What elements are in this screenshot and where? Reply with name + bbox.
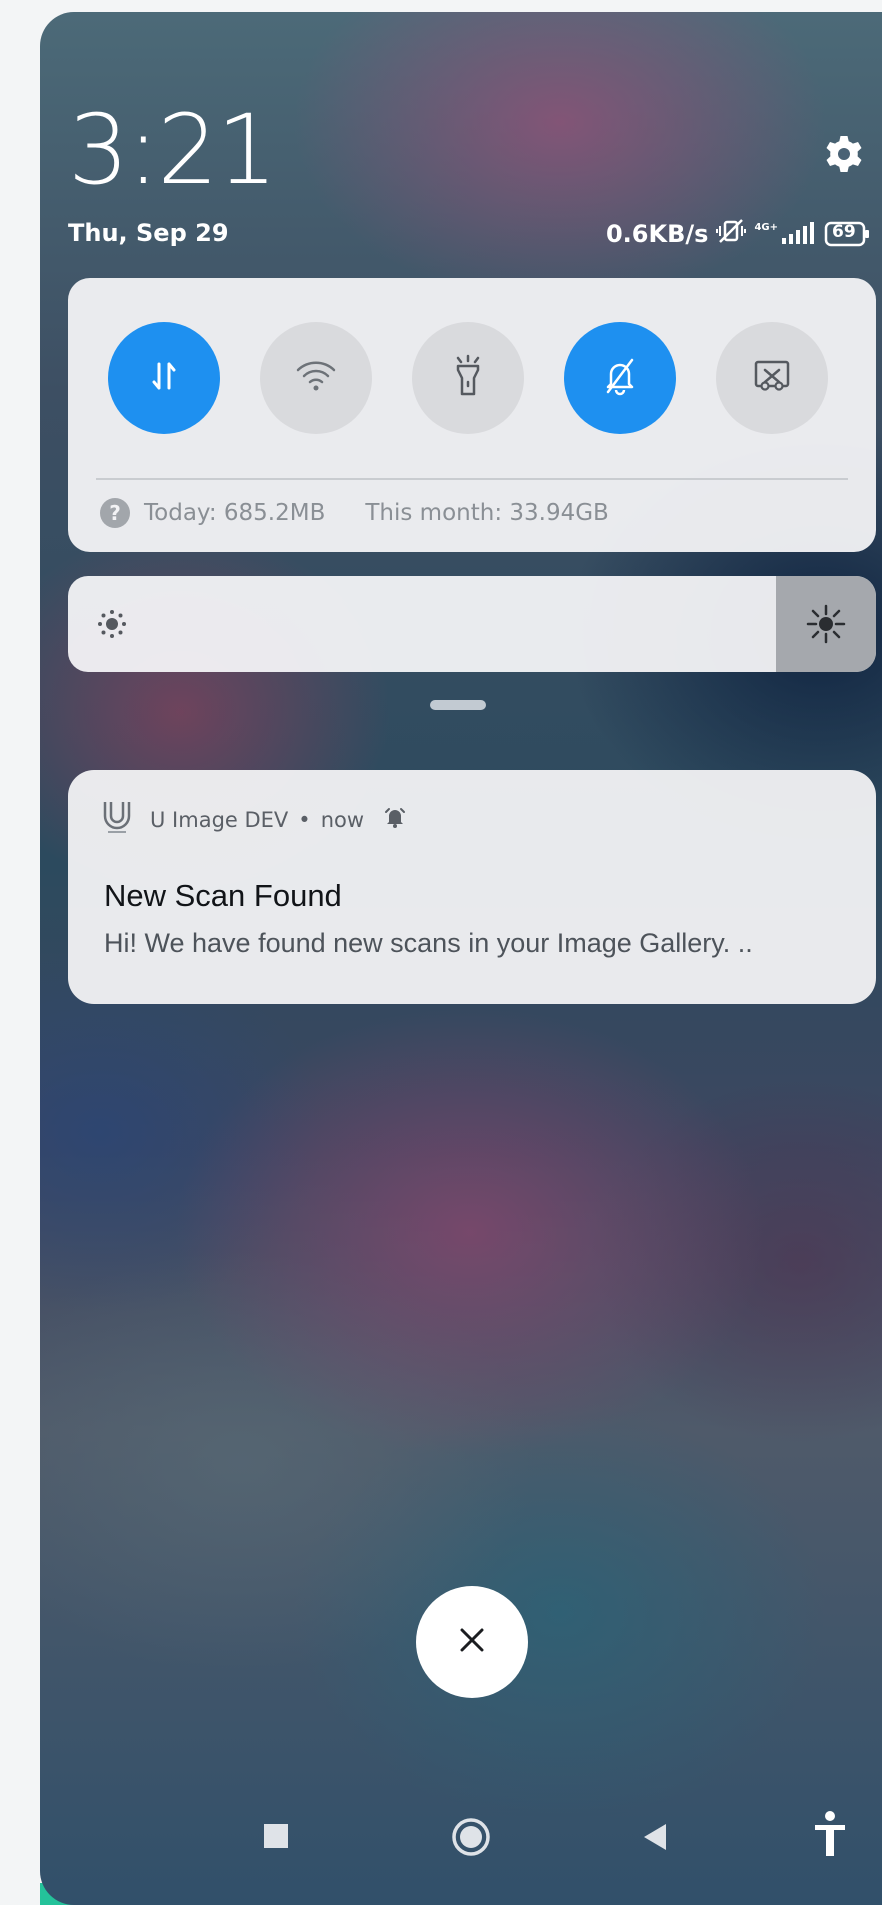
recents-button[interactable] — [262, 1822, 290, 1854]
clear-all-button[interactable] — [416, 1586, 528, 1698]
flashlight-toggle[interactable] — [412, 322, 524, 434]
net-speed: 0.6KB/s — [605, 220, 709, 248]
clock: 3:21 — [68, 94, 278, 206]
app-name: U Image DEV — [150, 807, 289, 832]
accessibility-icon[interactable] — [812, 1810, 848, 1862]
screenshot-toggle[interactable] — [716, 322, 828, 434]
notification-shade: 3:21 Thu, Sep 29 0.6KB/s 4G+ 69 ? Today:… — [40, 12, 882, 1883]
notification-header: U Image DEV • now — [102, 800, 406, 839]
screenshot-icon — [752, 356, 792, 400]
usage-month: This month: 33.94GB — [365, 500, 609, 526]
panel-divider — [96, 478, 848, 480]
status-icons: 0.6KB/s 4G+ 69 — [606, 218, 870, 250]
wifi-icon — [294, 356, 338, 400]
brightness-high-icon — [806, 604, 846, 648]
vibrate-off-icon — [716, 218, 747, 250]
app-logo-icon — [102, 800, 132, 839]
silent-bell-icon — [600, 356, 640, 400]
silent-toggle[interactable] — [564, 322, 676, 434]
mobile-data-icon — [144, 356, 184, 400]
usage-today: Today: 685.2MB — [144, 500, 326, 526]
brightness-fill — [776, 576, 876, 672]
notification-body: Hi! We have found new scans in your Imag… — [104, 928, 753, 958]
brightness-slider[interactable] — [68, 576, 876, 672]
close-icon — [457, 1625, 487, 1659]
flashlight-icon — [448, 354, 488, 402]
data-usage-row[interactable]: ? Today: 685.2MB This month: 33.94GB — [100, 498, 609, 528]
shade-drag-handle[interactable] — [430, 700, 486, 710]
help-icon: ? — [100, 498, 130, 528]
header-separator: • — [298, 807, 311, 832]
navigation-bar — [40, 1802, 882, 1882]
back-button[interactable] — [640, 1822, 668, 1856]
alarm-bell-icon — [384, 806, 406, 833]
battery-icon: 69 — [824, 221, 870, 247]
wifi-toggle[interactable] — [260, 322, 372, 434]
home-button[interactable] — [450, 1816, 492, 1862]
mobile-data-toggle[interactable] — [108, 322, 220, 434]
phone-screen: 3:21 Thu, Sep 29 0.6KB/s 4G+ 69 ? Today:… — [40, 12, 882, 1905]
notification-time: now — [320, 807, 365, 832]
notification-title: New Scan Found — [104, 878, 342, 913]
date-label: Thu, Sep 29 — [68, 219, 229, 247]
settings-gear-icon[interactable] — [820, 132, 868, 180]
signal-icon: 4G+ — [754, 222, 816, 246]
quick-settings-panel: ? Today: 685.2MB This month: 33.94GB — [68, 278, 876, 552]
brightness-low-icon — [96, 608, 128, 644]
notification-card[interactable]: U Image DEV • now New Scan Found Hi! We … — [68, 770, 876, 1004]
